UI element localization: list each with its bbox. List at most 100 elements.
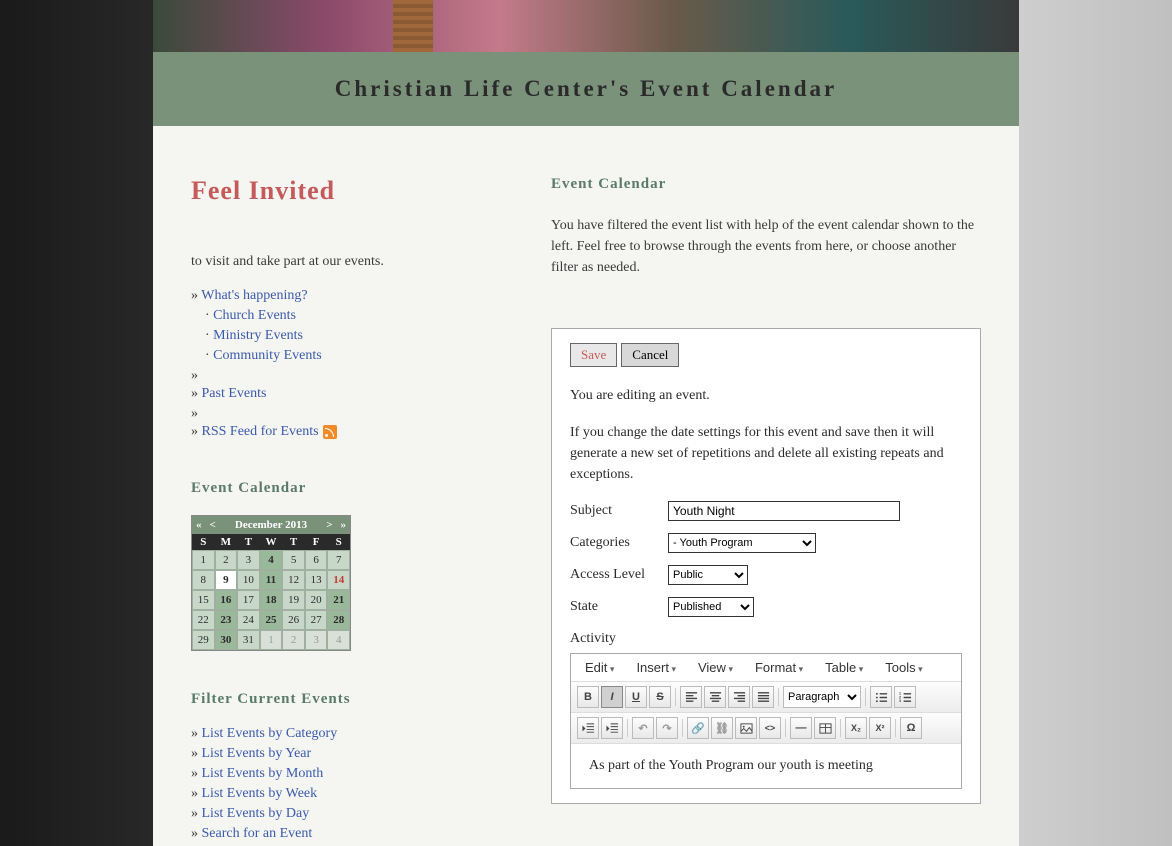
cal-day-cell[interactable]: 27 [305,610,328,630]
cal-day-cell[interactable]: 9 [215,570,238,590]
cal-day-cell[interactable]: 10 [237,570,260,590]
cal-next-month[interactable]: > [322,519,336,531]
cancel-button[interactable]: Cancel [621,343,679,367]
cal-prev-month[interactable]: < [206,519,220,531]
access-select[interactable]: Public [668,565,748,585]
cal-day-header: S [192,534,215,550]
cal-day-cell[interactable]: 1 [260,630,283,650]
nav-ministry-events[interactable]: Ministry Events [213,328,303,343]
redo-icon[interactable]: ↷ [656,717,678,739]
cal-day-cell[interactable]: 31 [237,630,260,650]
outdent-icon[interactable] [577,717,599,739]
subscript-icon[interactable]: X₂ [845,717,867,739]
cal-day-cell[interactable]: 24 [237,610,260,630]
filter-link[interactable]: List Events by Week [202,786,318,801]
cal-day-cell[interactable]: 6 [305,550,328,570]
filter-link[interactable]: List Events by Category [202,726,338,741]
rte-menu-insert[interactable]: Insert [636,660,676,675]
cal-day-cell[interactable]: 1 [192,550,215,570]
cal-day-cell[interactable]: 2 [282,630,305,650]
cal-day-cell[interactable]: 14 [327,570,350,590]
rte-menu-format[interactable]: Format [755,660,803,675]
cal-day-cell[interactable]: 26 [282,610,305,630]
cal-day-cell[interactable]: 17 [237,590,260,610]
rte-menu-tools[interactable]: Tools [885,660,922,675]
indent-icon[interactable] [601,717,623,739]
unlink-icon[interactable]: ⛓ [711,717,733,739]
image-icon[interactable] [735,717,757,739]
rss-icon[interactable] [323,425,337,439]
hr-icon[interactable]: — [790,717,812,739]
cal-day-cell[interactable]: 7 [327,550,350,570]
cal-day-cell[interactable]: 25 [260,610,283,630]
save-button[interactable]: Save [570,343,617,367]
nav-rss[interactable]: RSS Feed for Events [202,424,319,439]
link-icon[interactable]: 🔗 [687,717,709,739]
rte-menu-table[interactable]: Table [825,660,863,675]
italic-icon[interactable]: I [601,686,623,708]
cal-day-cell[interactable]: 3 [305,630,328,650]
rte-content[interactable]: As part of the Youth Program our youth i… [571,744,961,788]
categories-label: Categories [570,535,668,551]
align-right-icon[interactable] [728,686,750,708]
cal-day-cell[interactable]: 21 [327,590,350,610]
nav-whats-happening[interactable]: What's happening? [201,288,307,303]
cal-next-year[interactable]: » [337,519,351,531]
table-icon[interactable] [814,717,836,739]
bullet-list-icon[interactable] [870,686,892,708]
align-justify-icon[interactable] [752,686,774,708]
cal-month-label: December 2013 [220,519,322,531]
right-heading: Event Calendar [551,176,981,193]
cal-day-cell[interactable]: 15 [192,590,215,610]
access-label: Access Level [570,567,668,583]
cal-day-cell[interactable]: 29 [192,630,215,650]
cal-day-cell[interactable]: 13 [305,570,328,590]
bold-icon[interactable]: B [577,686,599,708]
nav-past-events[interactable]: Past Events [202,386,267,401]
cal-day-cell[interactable]: 4 [260,550,283,570]
nav-community-events[interactable]: Community Events [213,348,322,363]
filter-list: List Events by Category List Events by Ye… [191,726,501,842]
align-left-icon[interactable] [680,686,702,708]
underline-icon[interactable]: U [625,686,647,708]
categories-select[interactable]: - Youth Program [668,533,816,553]
cal-day-cell[interactable]: 18 [260,590,283,610]
page-title: Christian Life Center's Event Calendar [153,76,1019,102]
nav-church-events[interactable]: Church Events [213,308,296,323]
subject-input[interactable] [668,501,900,521]
editor-panel: Save Cancel You are editing an event. If… [551,328,981,804]
cal-day-cell[interactable]: 11 [260,570,283,590]
cal-day-cell[interactable]: 30 [215,630,238,650]
cal-day-cell[interactable]: 28 [327,610,350,630]
strikethrough-icon[interactable]: S [649,686,671,708]
undo-icon[interactable]: ↶ [632,717,654,739]
state-select[interactable]: Published [668,597,754,617]
cal-day-cell[interactable]: 23 [215,610,238,630]
align-center-icon[interactable] [704,686,726,708]
cal-day-cell[interactable]: 2 [215,550,238,570]
superscript-icon[interactable]: X² [869,717,891,739]
code-icon[interactable]: <> [759,717,781,739]
filter-link[interactable]: List Events by Year [202,746,312,761]
feel-invited-heading: Feel Invited [191,176,501,206]
number-list-icon[interactable]: 123 [894,686,916,708]
cal-day-cell[interactable]: 20 [305,590,328,610]
filter-link[interactable]: List Events by Month [202,766,324,781]
cal-day-cell[interactable]: 8 [192,570,215,590]
cal-day-header: S [327,534,350,550]
title-bar: Christian Life Center's Event Calendar [153,52,1019,126]
cal-day-cell[interactable]: 22 [192,610,215,630]
cal-day-cell[interactable]: 3 [237,550,260,570]
paragraph-select[interactable]: Paragraph [783,686,861,708]
cal-day-cell[interactable]: 5 [282,550,305,570]
cal-day-cell[interactable]: 12 [282,570,305,590]
special-char-icon[interactable]: Ω [900,717,922,739]
cal-day-cell[interactable]: 4 [327,630,350,650]
filter-link[interactable]: List Events by Day [202,806,310,821]
cal-day-header: T [282,534,305,550]
rte-menu-edit[interactable]: Edit [585,660,614,675]
cal-prev-year[interactable]: « [192,519,206,531]
rte-menu-view[interactable]: View [698,660,733,675]
cal-day-cell[interactable]: 16 [215,590,238,610]
cal-day-cell[interactable]: 19 [282,590,305,610]
